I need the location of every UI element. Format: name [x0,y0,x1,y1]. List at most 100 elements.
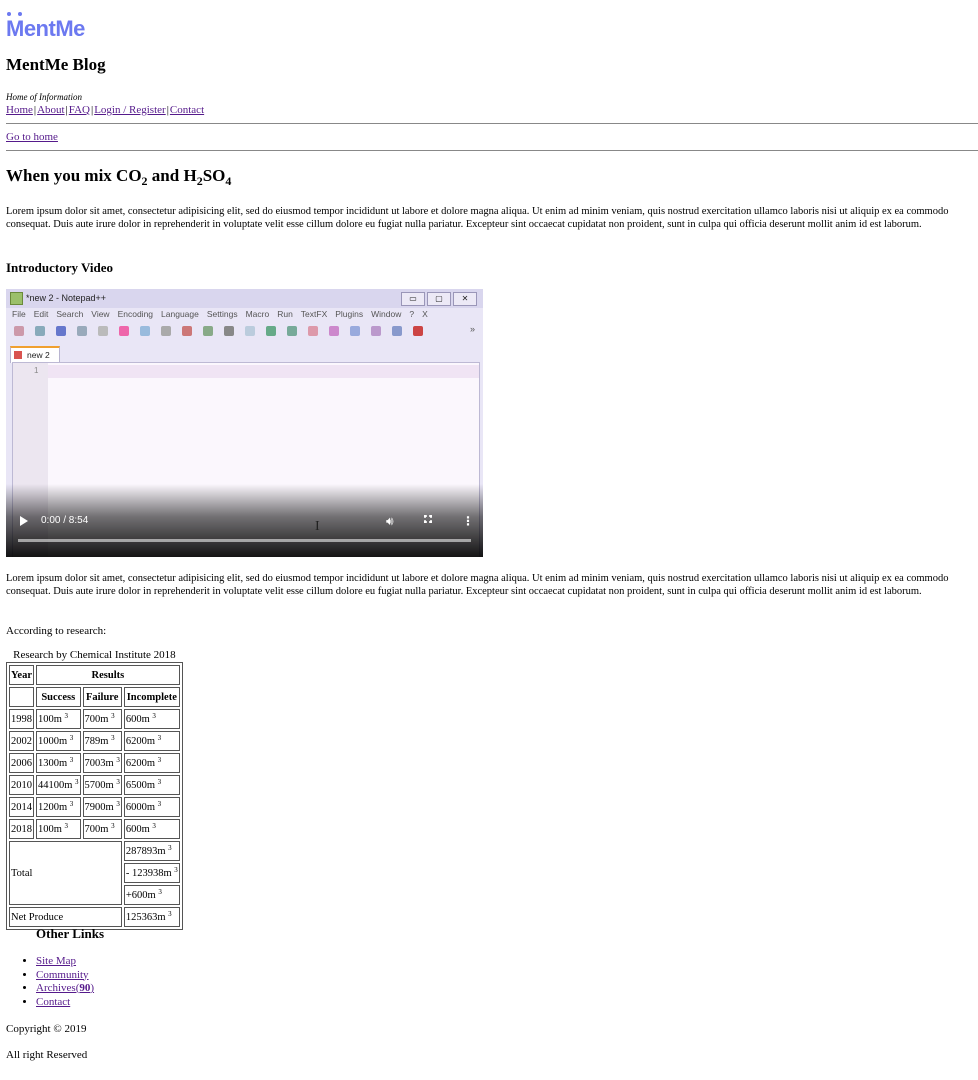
success-cell: 1000m 3 [36,731,81,751]
nav-separator: | [91,104,94,116]
total-cell: - 123938m 3 [123,863,180,883]
nav-separator: | [65,104,68,116]
toolbar-icon [224,326,234,336]
header-results: Results [36,665,180,685]
incomplete-value: 6200m [125,735,156,747]
unit-superscript: 3 [75,777,79,786]
go-to-home-link[interactable]: Go to home [6,131,58,143]
archives-label-end: ) [90,982,95,994]
year-cell: 2018 [9,819,34,839]
total-value: - 123938m [125,867,172,879]
video-progress-bar[interactable] [18,539,471,542]
archives-link[interactable]: Archives(90) [36,982,94,994]
header-year: Year [9,665,34,685]
frame-menu-item: TextFX [300,309,328,319]
net-produce-row: Net Produce 125363m 3 [9,907,180,927]
table-row: 2010 44100m 3 5700m 3 6500m 3 [9,775,180,795]
incomplete-cell: 600m 3 [123,709,180,729]
unit-superscript: 3 [157,799,162,808]
archives-label: Archives( [36,982,80,994]
unit-superscript: 3 [157,733,162,742]
fullscreen-icon[interactable] [424,515,432,523]
file-icon [14,351,22,359]
toolbar-icon [56,326,66,336]
more-options-icon[interactable]: ⋮ [462,514,474,528]
year-cell: 2014 [9,797,34,817]
success-value: 100m [38,823,62,835]
year-cell: 1998 [9,709,34,729]
post-title: When you mix CO2 and H2SO4 [6,166,231,187]
divider [6,150,978,151]
post-title-part: and H [147,166,197,185]
research-table: Research by Chemical Institute 2018 Year… [6,649,183,930]
divider [6,123,978,124]
toolbar-icon [14,326,24,336]
community-link[interactable]: Community [36,969,89,981]
blog-title: MentMe Blog [6,55,106,74]
post-paragraph: Lorem ipsum dolor sit amet, consectetur … [6,206,949,230]
toolbar-icon [392,326,402,336]
year-cell: 2006 [9,753,34,773]
main-nav: Home|About|FAQ|Login / Register|Contact [6,104,204,116]
frame-tabstrip: new 2 [6,344,483,363]
success-cell: 100m 3 [36,709,81,729]
nav-contact-link[interactable]: Contact [170,104,204,116]
unit-superscript: 3 [111,821,115,830]
nav-login-register-link[interactable]: Login / Register [94,104,166,116]
logo-dots-icon [7,12,22,16]
net-produce-cell: 125363m 3 [123,907,180,927]
total-cell: +600m 3 [123,885,180,905]
toolbar-icon [35,326,45,336]
toolbar-icon [140,326,150,336]
post-title-part: When you mix CO [6,166,142,185]
frame-menu-item: View [91,309,110,319]
frame-menu-item: Macro [245,309,270,319]
contact-link[interactable]: Contact [36,996,70,1008]
list-item: Contact [36,996,94,1010]
empty-cell [9,687,34,707]
table-row: 2002 1000m 3 789m 3 6200m 3 [9,731,180,751]
other-links-heading: Other Links [36,926,105,941]
post-paragraph: Lorem ipsum dolor sit amet, consectetur … [6,573,949,597]
unit-superscript: 3 [64,711,69,720]
frame-menu-item: Encoding [117,309,154,319]
toolbar-icon [329,326,339,336]
success-value: 100m [38,713,62,725]
nav-about-link[interactable]: About [37,104,65,116]
nav-home-link[interactable]: Home [6,104,33,116]
according-text: According to research: [6,625,107,637]
failure-cell: 789m 3 [82,731,122,751]
unit-superscript: 3 [116,799,120,808]
toolbar-icon [413,326,423,336]
toolbar-icon [119,326,129,336]
unit-superscript: 3 [158,887,162,896]
frame-menubar: File Edit Search View Encoding Language … [6,309,483,322]
failure-value: 7900m [84,801,114,813]
logo[interactable]: MentMe [6,4,85,40]
frame-menu-item: Settings [206,309,238,319]
unit-superscript: 3 [111,733,115,742]
toolbar-overflow-icon: » [469,324,475,334]
site-map-link[interactable]: Site Map [36,955,76,967]
frame-current-line [48,365,479,378]
volume-icon[interactable]: 🔊︎ [386,514,394,529]
success-cell: 1200m 3 [36,797,81,817]
table-caption: Research by Chemical Institute 2018 [13,649,176,661]
list-item: Community [36,969,94,983]
nav-separator: | [33,104,37,116]
failure-value: 700m [84,823,109,835]
table-row: 1998 100m 3 700m 3 600m 3 [9,709,180,729]
tagline: Home of Information [6,92,82,102]
incomplete-value: 6000m [125,801,156,813]
failure-cell: 700m 3 [82,819,122,839]
nav-faq-link[interactable]: FAQ [69,104,90,116]
video-player[interactable]: *new 2 - Notepad++ ▭ ▢ ✕ File Edit Searc… [6,289,483,557]
failure-value: 5700m [84,779,114,791]
success-value: 1300m [38,757,68,769]
play-icon[interactable] [20,516,28,526]
frame-menu-item: ? [409,309,415,319]
frame-menu-item: Plugins [335,309,364,319]
other-links-list: Site Map Community Archives(90) Contact [6,955,94,1009]
toolbar-icon [371,326,381,336]
frame-menu-item: Language [161,309,199,319]
